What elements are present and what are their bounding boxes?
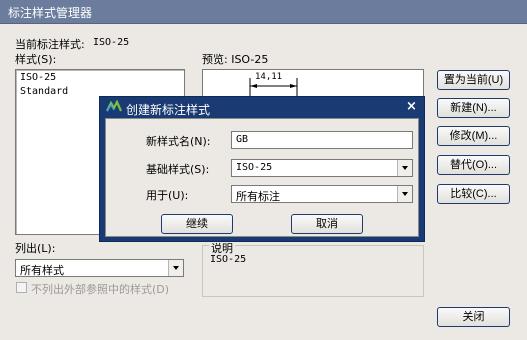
base-style-label: 基础样式(S): [146,163,210,176]
preview-dimension-text: 14,11 [255,72,283,82]
dialog-body: 新样式名(N): GB 基础样式(S): ISO-25 用于(U): 所有标注 … [105,118,419,237]
window-title: 标注样式管理器 [8,6,93,20]
list-out-label: 列出(L): [15,242,56,255]
exclude-xref-label: 不列出外部参照中的样式(D) [31,283,170,296]
cancel-button[interactable]: 取消 [291,214,363,234]
modify-button[interactable]: 修改(M)... [437,126,510,146]
list-out-selected: 所有样式 [20,264,64,277]
dialog-title: 创建新标注样式 [126,103,211,117]
preview-label: 预览: ISO-25 [202,53,269,66]
chevron-down-icon[interactable] [397,186,412,202]
close-button[interactable]: 关闭 [437,307,510,327]
app-logo-icon [106,100,122,112]
base-style-selected: ISO-25 [236,162,273,173]
use-for-selected: 所有标注 [236,190,280,203]
use-for-label: 用于(U): [146,189,189,202]
use-for-select[interactable]: 所有标注 [231,185,413,203]
style-item-standard[interactable]: Standard [20,86,68,97]
style-item-iso25[interactable]: ISO-25 [20,72,56,83]
description-box [202,245,424,297]
window-titlebar[interactable]: 标注样式管理器 [0,0,527,24]
chevron-down-icon[interactable] [397,160,412,176]
compare-button[interactable]: 比较(C)... [437,184,510,204]
set-current-button[interactable]: 置为当前(U) [437,70,510,90]
description-value: ISO-25 [210,254,247,265]
base-style-select[interactable]: ISO-25 [231,159,413,177]
preview-pane: 14,11 [202,69,424,100]
override-button[interactable]: 替代(O)... [437,155,510,175]
chevron-down-icon[interactable] [168,260,183,276]
list-out-select[interactable]: 所有样式 [15,259,184,277]
new-button[interactable]: 新建(N)... [437,98,510,118]
new-name-input[interactable]: GB [231,131,413,149]
close-icon[interactable]: × [406,99,417,114]
create-new-style-dialog: 创建新标注样式 × 新样式名(N): GB 基础样式(S): ISO-25 用于… [99,96,425,242]
current-style-label: 当前标注样式: [15,38,85,51]
new-name-label: 新样式名(N): [146,135,211,148]
continue-button[interactable]: 继续 [161,214,233,234]
exclude-xref-checkbox[interactable] [16,282,27,293]
current-style-value: ISO-25 [93,37,130,48]
styles-label: 样式(S): [15,53,57,66]
